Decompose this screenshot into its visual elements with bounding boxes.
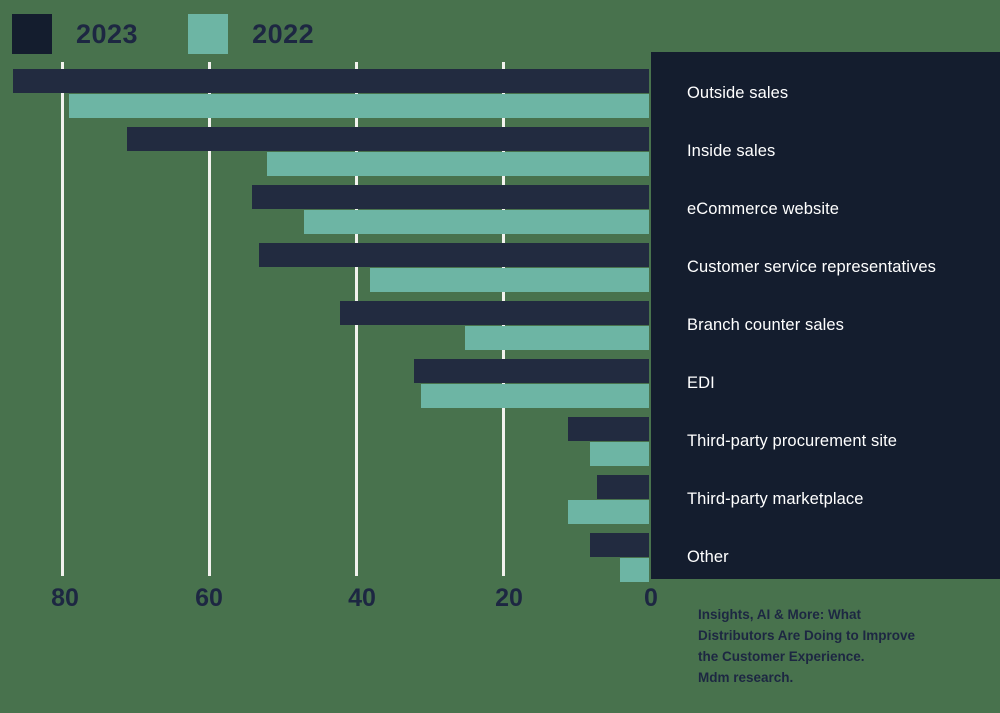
bar-2023-edi[interactable] <box>414 359 649 383</box>
bar-2023-third-party-procurement-site[interactable] <box>568 417 649 441</box>
source-line-4: Mdm research. <box>698 669 794 685</box>
category-label-outside-sales: Outside sales <box>687 84 789 102</box>
category-label-edi: EDI <box>687 374 715 392</box>
bar-2023-ecommerce-website[interactable] <box>252 185 649 209</box>
x-tick-60: 60 <box>195 584 223 612</box>
x-tick-80: 80 <box>51 584 79 612</box>
source-line-2: Distributors Are Doing to Improve <box>698 627 916 643</box>
bar-2022-customer-service-representatives[interactable] <box>370 268 649 292</box>
bar-2023-other[interactable] <box>590 533 649 557</box>
x-tick-20: 20 <box>495 584 523 612</box>
source-line-3: the Customer Experience. <box>698 648 865 664</box>
category-label-other: Other <box>687 548 729 566</box>
bar-2022-outside-sales[interactable] <box>69 94 649 118</box>
legend-entry-2022[interactable]: 2022 <box>188 14 314 54</box>
category-label-branch-counter-sales: Branch counter sales <box>687 316 845 334</box>
category-label-third-party-procurement-site: Third-party procurement site <box>687 432 898 450</box>
legend-swatch-2022-icon <box>188 14 229 54</box>
legend-swatch-2023-icon <box>12 14 52 54</box>
source-note: Insights, AI & More: What Distributors A… <box>698 605 978 689</box>
bar-2023-outside-sales[interactable] <box>13 69 649 93</box>
bar-2023-third-party-marketplace[interactable] <box>597 475 649 499</box>
bar-2022-edi[interactable] <box>421 384 649 408</box>
bar-2023-customer-service-representatives[interactable] <box>259 243 649 267</box>
category-label-panel: Outside sales Inside sales eCommerce web… <box>651 52 1000 579</box>
bar-2022-third-party-procurement-site[interactable] <box>590 442 649 466</box>
bar-2022-branch-counter-sales[interactable] <box>465 326 649 350</box>
legend-label-2023: 2023 <box>76 18 139 49</box>
bar-2022-ecommerce-website[interactable] <box>304 210 649 234</box>
legend-entry-2023[interactable]: 2023 <box>12 14 138 54</box>
category-label-inside-sales: Inside sales <box>687 142 776 160</box>
legend-label-2022: 2022 <box>252 18 315 49</box>
chart-container: 2023 2022 Outside sales Inside sales eCo… <box>0 0 1000 713</box>
source-line-1: Insights, AI & More: What <box>698 607 861 622</box>
bar-2022-inside-sales[interactable] <box>267 152 649 176</box>
bar-2023-branch-counter-sales[interactable] <box>340 301 649 325</box>
x-tick-40: 40 <box>348 584 376 612</box>
category-label-ecommerce-website: eCommerce website <box>687 200 840 218</box>
category-label-third-party-marketplace: Third-party marketplace <box>687 490 864 508</box>
chart-legend: 2023 2022 <box>12 14 314 54</box>
x-tick-0: 0 <box>644 584 658 612</box>
bar-2022-third-party-marketplace[interactable] <box>568 500 649 524</box>
category-label-customer-service-representatives: Customer service representatives <box>687 258 936 276</box>
bar-2023-inside-sales[interactable] <box>127 127 649 151</box>
